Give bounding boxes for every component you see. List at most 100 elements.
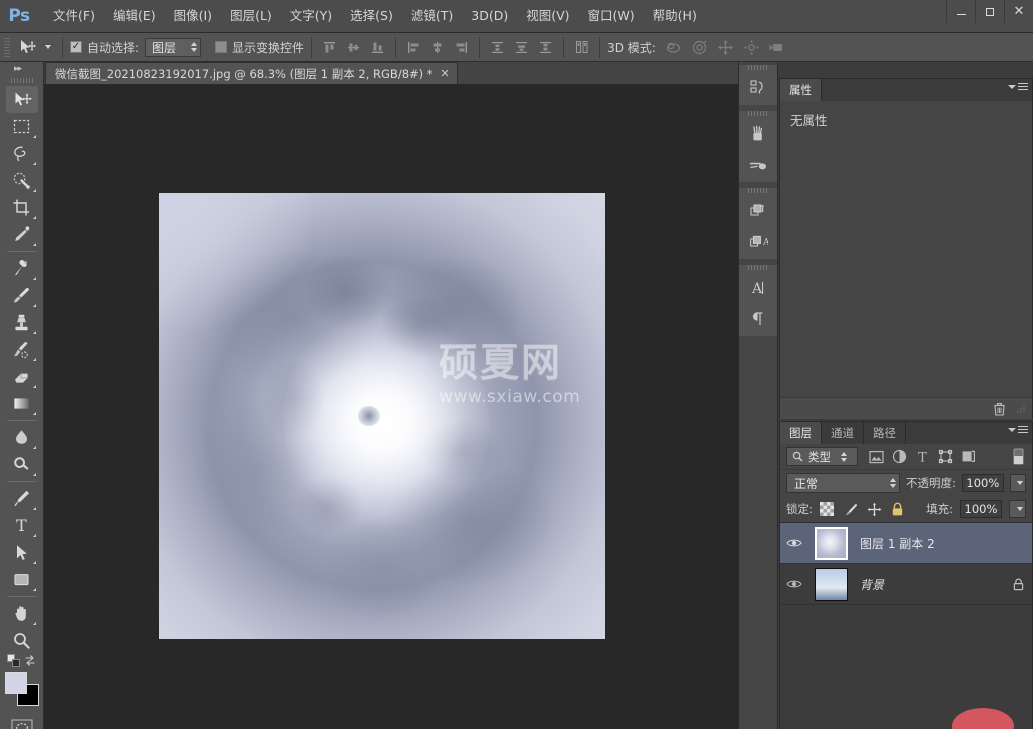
properties-panel-menu-button[interactable] (1008, 83, 1028, 90)
character-panel-button[interactable]: A (740, 272, 776, 303)
align-vertical-centers-icon[interactable] (343, 37, 364, 58)
menu-edit[interactable]: 编辑(E) (104, 4, 165, 28)
clone-stamp-tool[interactable] (6, 309, 38, 336)
dock-grip[interactable] (748, 111, 768, 116)
quick-selection-tool[interactable] (6, 167, 38, 194)
quick-mask-button[interactable] (6, 714, 38, 729)
auto-align-layers-icon[interactable] (571, 37, 592, 58)
align-horizontal-centers-icon[interactable] (427, 37, 448, 58)
tab-channels[interactable]: 通道 (822, 422, 864, 444)
default-colors-icon[interactable] (6, 654, 21, 668)
history-brush-tool[interactable] (6, 336, 38, 363)
menu-select[interactable]: 选择(S) (341, 4, 402, 28)
gradient-tool[interactable] (6, 390, 38, 417)
toolbar-collapse-button[interactable]: ▸▸ (0, 62, 43, 76)
spot-healing-brush-tool[interactable] (6, 255, 38, 282)
history-panel-button[interactable] (740, 72, 776, 103)
align-top-edges-icon[interactable] (319, 37, 340, 58)
auto-select-checkbox[interactable]: ✓ (70, 41, 82, 53)
layer-name[interactable]: 图层 1 副本 2 (854, 535, 1024, 552)
tab-properties[interactable]: 属性 (780, 79, 822, 101)
align-left-edges-icon[interactable] (403, 37, 424, 58)
canvas-area[interactable]: 硕夏网 www.sxiaw.com (44, 85, 738, 729)
tool-preset-dropdown-icon[interactable] (45, 45, 51, 49)
align-bottom-edges-icon[interactable] (367, 37, 388, 58)
path-selection-tool[interactable] (6, 539, 38, 566)
document-tab-close-icon[interactable]: ✕ (441, 67, 450, 80)
menu-image[interactable]: 图像(I) (165, 4, 221, 28)
show-transform-controls-checkbox[interactable] (215, 41, 228, 53)
current-tool-preset-picker[interactable] (14, 36, 55, 59)
fill-dropdown-button[interactable] (1009, 500, 1026, 518)
menu-file[interactable]: 文件(F) (44, 4, 104, 28)
distribute-bottom-icon[interactable] (535, 37, 556, 58)
tab-layers[interactable]: 图层 (780, 422, 822, 444)
menu-filter[interactable]: 滤镜(T) (402, 4, 462, 28)
menu-help[interactable]: 帮助(H) (644, 4, 706, 28)
lock-transparent-pixels-icon[interactable] (819, 502, 834, 516)
dock-grip[interactable] (748, 188, 768, 193)
dock-grip[interactable] (748, 65, 768, 70)
filter-smart-object-icon[interactable] (960, 449, 976, 465)
paragraph-panel-button[interactable] (740, 303, 776, 334)
eraser-tool[interactable] (6, 363, 38, 390)
roll-3d-object-icon[interactable] (690, 37, 710, 57)
brush-tool[interactable] (6, 282, 38, 309)
auto-select-target-dropdown[interactable]: 图层 (145, 37, 202, 57)
menu-type[interactable]: 文字(Y) (281, 4, 341, 28)
layer-visibility-toggle[interactable] (780, 578, 808, 590)
image-canvas[interactable]: 硕夏网 www.sxiaw.com (159, 193, 605, 639)
rotate-3d-object-icon[interactable] (664, 37, 684, 57)
layer-thumbnail-cell[interactable] (808, 526, 854, 560)
rectangle-tool[interactable] (6, 566, 38, 593)
dodge-tool[interactable] (6, 451, 38, 478)
slide-3d-object-icon[interactable] (742, 37, 762, 57)
filter-pixel-icon[interactable] (868, 449, 884, 465)
layer-comps-button[interactable] (740, 195, 776, 226)
dock-grip[interactable] (748, 265, 768, 270)
rectangular-marquee-tool[interactable] (6, 113, 38, 140)
trash-icon[interactable] (993, 402, 1006, 416)
brush-presets-button[interactable] (740, 118, 776, 149)
layer-filter-type-dropdown[interactable]: 类型 (786, 447, 858, 466)
layer-thumbnail-cell[interactable] (808, 567, 854, 601)
filter-adjustment-icon[interactable] (891, 449, 907, 465)
opacity-value[interactable]: 100% (961, 474, 1004, 492)
filter-shape-icon[interactable] (937, 449, 953, 465)
filter-toggle-icon[interactable] (1010, 448, 1026, 465)
table-row[interactable]: 背景 (780, 564, 1032, 605)
blur-tool[interactable] (6, 424, 38, 451)
options-bar-grip[interactable] (4, 37, 10, 57)
lock-image-pixels-icon[interactable] (843, 502, 858, 517)
brush-settings-button[interactable] (740, 149, 776, 180)
filter-type-icon[interactable]: T (914, 449, 930, 465)
move-tool[interactable] (5, 86, 38, 113)
lasso-tool[interactable] (6, 140, 38, 167)
pen-tool[interactable] (6, 485, 38, 512)
scale-3d-object-icon[interactable] (768, 37, 788, 57)
lock-all-icon[interactable] (891, 502, 904, 517)
menu-3d[interactable]: 3D(D) (462, 4, 517, 28)
type-tool[interactable]: T (6, 512, 38, 539)
layer-name[interactable]: 背景 (854, 576, 1013, 593)
toolbar-grip[interactable] (10, 78, 33, 83)
minimize-button[interactable] (946, 0, 975, 23)
menu-window[interactable]: 窗口(W) (579, 4, 644, 28)
distribute-vertical-center-icon[interactable] (511, 37, 532, 58)
layer-visibility-toggle[interactable] (780, 537, 808, 549)
fill-value[interactable]: 100% (960, 500, 1002, 518)
tab-paths[interactable]: 路径 (864, 422, 906, 444)
table-row[interactable]: 图层 1 副本 2 (780, 523, 1032, 564)
maximize-button[interactable] (975, 0, 1004, 23)
lock-position-icon[interactable] (867, 502, 882, 517)
close-button[interactable]: ✕ (1004, 0, 1033, 23)
hand-tool[interactable] (6, 600, 38, 627)
crop-tool[interactable] (6, 194, 38, 221)
glyph-styles-button[interactable]: A (740, 226, 776, 257)
align-right-edges-icon[interactable] (451, 37, 472, 58)
zoom-tool[interactable] (6, 627, 38, 654)
blend-mode-dropdown[interactable]: 正常 (786, 473, 900, 493)
drag-3d-object-icon[interactable] (716, 37, 736, 57)
swap-colors-icon[interactable] (23, 654, 37, 668)
eyedropper-tool[interactable] (6, 221, 38, 248)
